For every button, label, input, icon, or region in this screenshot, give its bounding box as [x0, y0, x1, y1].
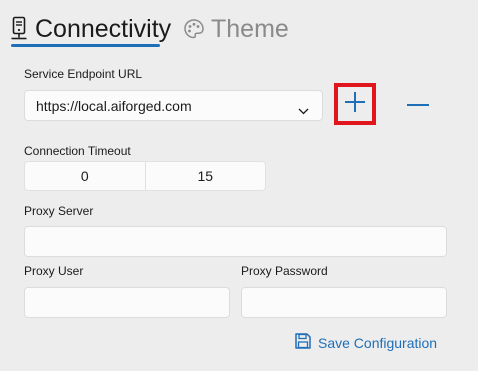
endpoint-label: Service Endpoint URL	[24, 67, 143, 81]
timeout-seconds-field[interactable]: 15	[144, 162, 266, 190]
proxy-user-input[interactable]	[24, 287, 230, 318]
minus-icon	[406, 94, 430, 112]
proxy-server-label: Proxy Server	[24, 204, 94, 218]
add-endpoint-button[interactable]	[334, 83, 376, 125]
timeout-minutes-field[interactable]: 0	[25, 162, 145, 190]
endpoint-value: https://local.aiforged.com	[36, 97, 192, 114]
tab-theme[interactable]: Theme	[183, 14, 289, 44]
active-tab-indicator	[11, 44, 160, 47]
plus-icon	[344, 91, 366, 118]
server-icon	[10, 16, 28, 42]
timeout-input: 0 15	[24, 161, 266, 191]
proxy-password-input[interactable]	[241, 287, 447, 318]
save-icon	[294, 332, 312, 355]
palette-icon	[183, 18, 205, 40]
connectivity-settings-panel: Connectivity Theme Service Endpoint URL …	[0, 0, 478, 371]
proxy-password-label: Proxy Password	[241, 264, 328, 278]
proxy-server-input[interactable]	[24, 226, 447, 257]
endpoint-combobox[interactable]: https://local.aiforged.com	[24, 90, 323, 121]
save-configuration-button[interactable]: Save Configuration	[294, 332, 438, 355]
save-configuration-label: Save Configuration	[318, 335, 438, 351]
tab-theme-label: Theme	[211, 15, 289, 43]
tab-connectivity-label: Connectivity	[35, 15, 172, 43]
remove-endpoint-button[interactable]	[403, 90, 433, 116]
chevron-down-icon	[298, 102, 309, 118]
tab-connectivity[interactable]: Connectivity	[10, 14, 171, 44]
proxy-user-label: Proxy User	[24, 264, 84, 278]
timeout-label: Connection Timeout	[24, 144, 131, 158]
